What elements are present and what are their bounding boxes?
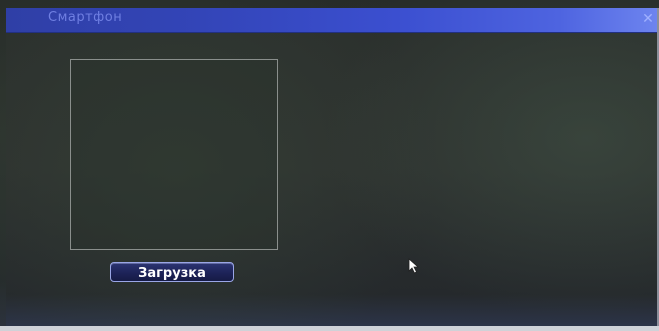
smartphone-dialog: Смартфон ✕ Загрузка [6,8,659,326]
download-button[interactable]: Загрузка [110,262,234,282]
mouse-cursor-icon [408,258,420,274]
dialog-title: Смартфон [48,10,123,25]
bottom-strip [0,326,659,331]
screen-background: Смартфон ✕ Загрузка [0,0,659,331]
dialog-titlebar: Смартфон ✕ [6,8,657,33]
qr-code-preview-box [70,59,278,250]
close-icon[interactable]: ✕ [641,12,655,26]
